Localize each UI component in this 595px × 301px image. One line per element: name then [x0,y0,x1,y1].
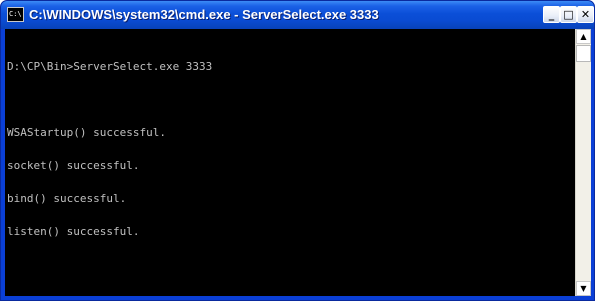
console-line-socket: socket() successful. [7,159,140,172]
minimize-button[interactable]: _ [543,6,560,23]
console-line-listen: listen() successful. [7,225,140,238]
console-output-area[interactable]: D:\CP\Bin>ServerSelect.exe 3333 WSAStart… [5,29,575,296]
scroll-thumb[interactable] [576,45,591,62]
title-bar[interactable]: C:\ C:\WINDOWS\system32\cmd.exe - Server… [1,1,594,29]
window-title: C:\WINDOWS\system32\cmd.exe - ServerSele… [29,7,379,22]
window-bottom-border [1,296,594,300]
maximize-button[interactable]: □ [560,6,577,23]
vertical-scrollbar[interactable]: ▲ ▼ [575,29,591,296]
close-button[interactable]: ✕ [577,6,594,23]
console-app-icon[interactable]: C:\ [7,7,24,22]
console-text: D:\CP\Bin>ServerSelect.exe 3333 WSAStart… [7,39,212,259]
cmd-window: C:\ C:\WINDOWS\system32\cmd.exe - Server… [0,0,595,301]
scroll-up-arrow-icon[interactable]: ▲ [576,29,591,44]
scroll-down-arrow-icon[interactable]: ▼ [576,281,591,296]
console-line-bind: bind() successful. [7,192,127,205]
console-line-blank [7,94,212,105]
console-line-wsastartup: WSAStartup() successful. [7,126,166,139]
console-line-command: D:\CP\Bin>ServerSelect.exe 3333 [7,60,213,73]
